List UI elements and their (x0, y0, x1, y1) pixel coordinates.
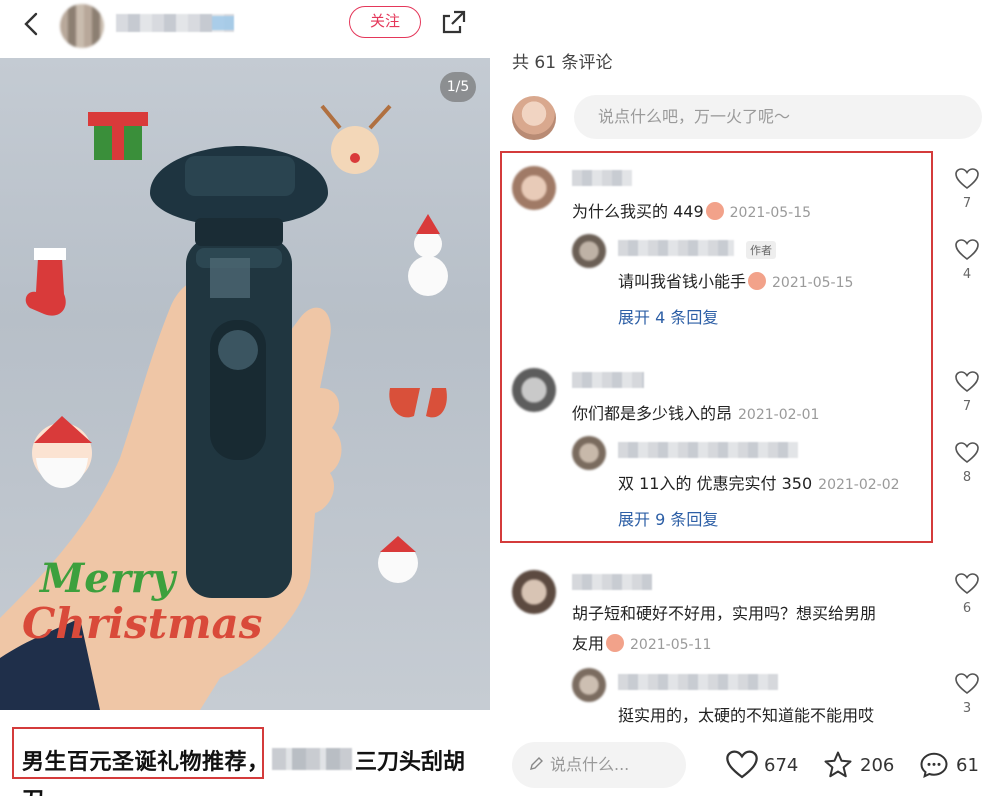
expand-replies-link[interactable]: 展开 9 条回复 (618, 506, 718, 530)
commenter-name[interactable] (572, 170, 632, 186)
author-avatar[interactable] (60, 4, 104, 48)
like-count: 4 (962, 267, 972, 282)
reply-body: 请叫我省钱小能手 (618, 272, 747, 291)
collect-post-button[interactable]: 206 (822, 748, 894, 782)
post-like-count: 674 (764, 754, 799, 776)
heart-icon (955, 673, 979, 695)
commenter-avatar[interactable] (512, 368, 556, 412)
comment-post-button[interactable]: 61 (918, 748, 979, 782)
like-count: 7 (962, 196, 972, 211)
comment-input[interactable]: 说点什么吧，万一火了呢～ (574, 95, 982, 139)
comment-body: 为什么我买的 449 (572, 202, 704, 221)
emoji-icon (748, 272, 767, 290)
replier-name[interactable] (618, 674, 778, 690)
commenter-avatar[interactable] (512, 570, 556, 614)
heart-icon (955, 371, 979, 393)
like-count: 3 (962, 701, 972, 716)
replier-name[interactable] (618, 240, 734, 256)
reply-date: 2021-05-15 (772, 275, 854, 291)
reply-text: 双 11入的 优惠完实付 350 2021-02-02 (618, 470, 900, 494)
heart-icon (955, 168, 979, 190)
emoji-icon (705, 202, 724, 220)
comment-text: 胡子短和硬好不好用，实用吗？想买给男朋 (572, 604, 877, 623)
like-button[interactable]: 7 (953, 168, 981, 211)
bottom-comment-input[interactable]: 说点什么... (512, 742, 686, 788)
comment-text: 你们都是多少钱入的昂 2021-02-01 (572, 400, 819, 424)
reply-text: 请叫我省钱小能手 2021-05-15 (618, 268, 853, 292)
svg-text:Christmas: Christmas (22, 599, 262, 648)
commenter-name[interactable] (572, 372, 644, 388)
post-caption-line2: 刀 (22, 782, 44, 796)
comment-text: 为什么我买的 449 2021-05-15 (572, 198, 811, 222)
like-button[interactable]: 8 (953, 442, 981, 485)
heart-icon (955, 442, 979, 464)
comment-bubble-icon (920, 752, 948, 779)
caption-blurred-brand (272, 748, 352, 770)
commenter-avatar[interactable] (512, 166, 556, 210)
post-comment-count: 61 (956, 754, 979, 776)
post-collect-count: 206 (860, 754, 895, 776)
star-icon (824, 751, 852, 778)
comment-date: 2021-05-11 (630, 637, 712, 653)
post-header: 关注 (0, 0, 490, 52)
like-post-button[interactable]: 674 (726, 748, 798, 782)
bottom-action-bar: 说点什么... 674 206 61 (490, 736, 1002, 796)
heart-icon (955, 239, 979, 261)
heart-icon (955, 573, 979, 595)
author-name[interactable] (116, 14, 234, 32)
pen-icon (530, 757, 543, 770)
reply-body: 双 11入的 优惠完实付 350 (618, 474, 813, 493)
like-button[interactable]: 7 (953, 371, 981, 414)
like-count: 6 (962, 601, 972, 616)
replier-avatar[interactable] (572, 436, 606, 470)
comment-date: 2021-05-15 (729, 205, 812, 221)
replier-name[interactable] (618, 442, 798, 458)
like-count: 7 (962, 399, 972, 414)
comments-panel: 共 61 条评论 说点什么吧，万一火了呢～ 为什么我买的 449 2021-05-… (490, 0, 1002, 796)
comment-body: 友用 (572, 634, 605, 653)
post-image-illustration: Merry Christmas (0, 104, 448, 710)
like-button[interactable]: 3 (953, 673, 981, 716)
post-caption-tail: 三刀头刮胡 (355, 750, 466, 775)
comment-body: 你们都是多少钱入的昂 (572, 404, 733, 423)
comment-count: 共 61 条评论 (512, 53, 613, 73)
bottom-input-placeholder: 说点什么... (550, 755, 630, 774)
replier-avatar[interactable] (572, 234, 606, 268)
svg-text:Merry: Merry (38, 555, 178, 602)
reply-date: 2021-02-02 (818, 477, 900, 493)
follow-button[interactable]: 关注 (349, 6, 421, 38)
post-image[interactable]: Merry Christmas (0, 58, 490, 710)
post-panel: 关注 Merry Christmas 1/5 男生百元圣诞礼物推荐， 三刀头刮胡 (0, 0, 490, 796)
reply-text: 挺实用的，太硬的不知道能不能用哎 (618, 706, 875, 725)
comment-text-line2: 友用 2021-05-11 (572, 630, 711, 654)
image-page-indicator: 1/5 (440, 72, 476, 102)
like-count: 8 (962, 470, 972, 485)
replier-avatar[interactable] (572, 668, 606, 702)
back-arrow-icon[interactable] (18, 10, 46, 38)
author-tag: 作者 (746, 241, 776, 259)
comment-date: 2021-02-01 (738, 407, 820, 423)
like-button[interactable]: 6 (953, 573, 981, 616)
heart-icon (726, 750, 758, 779)
emoji-icon (606, 634, 625, 652)
expand-replies-link[interactable]: 展开 4 条回复 (618, 304, 718, 328)
share-icon[interactable] (440, 8, 468, 36)
commenter-name[interactable] (572, 574, 652, 590)
my-avatar (512, 96, 556, 140)
post-caption: 男生百元圣诞礼物推荐， (22, 750, 270, 775)
like-button[interactable]: 4 (953, 239, 981, 282)
